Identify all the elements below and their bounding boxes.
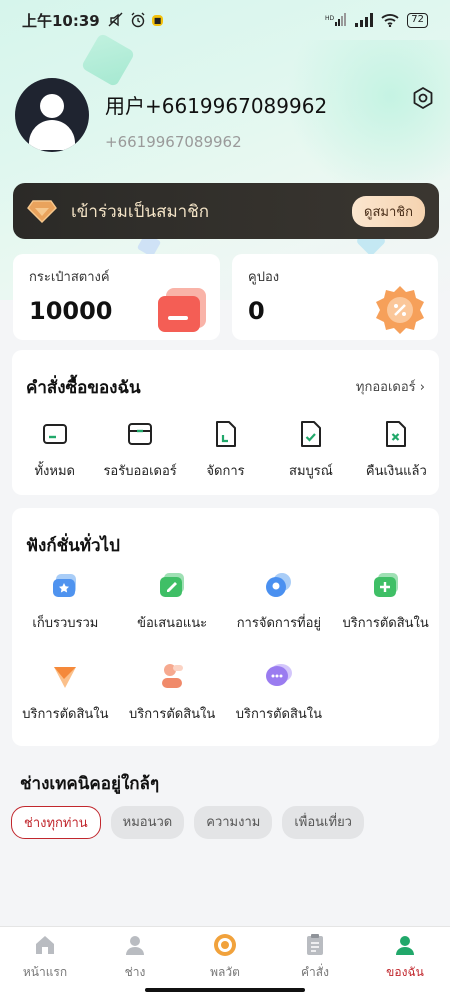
- avatar[interactable]: [15, 78, 89, 152]
- document-check-icon: [300, 421, 321, 447]
- function-service-3[interactable]: บริการตัดสินใน: [119, 661, 226, 724]
- functions-title: ฟังก์ชั่นทั่วไป: [26, 536, 120, 556]
- function-address[interactable]: การจัดการที่อยู่: [226, 570, 333, 633]
- chip-travel-companion[interactable]: เพื่อนเที่ยว: [282, 806, 364, 839]
- battery-icon: 72: [407, 12, 428, 28]
- view-membership-button[interactable]: ดูสมาชิก: [352, 195, 425, 227]
- function-label: บริการตัดสินใน: [22, 707, 109, 722]
- order-filter-pending[interactable]: รอรับออเดอร์: [97, 420, 182, 481]
- box-icon: [128, 423, 153, 445]
- home-indicator: [145, 988, 305, 992]
- membership-banner[interactable]: เข้าร่วมเป็นสมาชิก ดูสมาชิก: [13, 183, 439, 239]
- category-chips: ช่างทุกท่าน หมอนวด ความงาม เพื่อนเที่ยว: [11, 806, 364, 839]
- hd-signal-icon: HD: [325, 13, 347, 26]
- feedback-icon: [160, 573, 185, 597]
- document-x-icon: [386, 421, 407, 447]
- service-chat-icon: [265, 664, 292, 686]
- coupon-icon: [376, 286, 424, 334]
- common-functions-section: ฟังก์ชั่นทั่วไป เก็บรวบรวม ข้อเสนอแนะ กา…: [12, 508, 439, 746]
- function-label: เก็บรวบรวม: [32, 616, 99, 631]
- orders-icon: [307, 934, 323, 955]
- my-orders-section: คำสั่งซื้อของฉัน ทุกออเดอร์ › ทั้งหมด รอ…: [12, 350, 439, 495]
- service-person-icon: [162, 664, 184, 688]
- order-filter-all[interactable]: ทั้งหมด: [12, 420, 97, 481]
- chip-all-technicians[interactable]: ช่างทุกท่าน: [11, 806, 101, 839]
- status-time: 上午10:39: [22, 11, 100, 30]
- tab-label: ช่าง: [124, 965, 146, 979]
- document-icon: [215, 421, 236, 447]
- order-filter-label: ทั้งหมด: [34, 464, 75, 479]
- function-label: บริการตัดสินใน: [235, 707, 323, 722]
- tab-label: หน้าแรก: [22, 965, 68, 979]
- phone-number: +6619967089962: [105, 133, 242, 151]
- dynamics-icon: [214, 934, 236, 956]
- technician-icon: [126, 936, 144, 955]
- function-label: บริการตัดสินใน: [128, 707, 216, 722]
- tab-label: ของฉัน: [386, 965, 424, 979]
- function-label: บริการตัดสินใน: [342, 616, 429, 631]
- function-label: ข้อเสนอแนะ: [137, 616, 208, 631]
- function-service-2[interactable]: บริการตัดสินใน: [12, 661, 119, 724]
- membership-text: เข้าร่วมเป็นสมาชิก: [71, 201, 210, 222]
- chevron-right-icon: ›: [419, 380, 425, 395]
- function-service-4[interactable]: บริการตัดสินใน: [226, 661, 333, 724]
- chip-massage[interactable]: หมอนวด: [110, 806, 185, 839]
- alarm-icon: [131, 12, 145, 28]
- order-filter-refunded[interactable]: คืนเงินแล้ว: [354, 420, 439, 481]
- profile-icon: [396, 936, 414, 955]
- address-icon: [265, 573, 291, 597]
- all-orders-link[interactable]: ทุกออเดอร์ ›: [356, 376, 425, 397]
- order-filter-label: สมบูรณ์: [289, 464, 333, 479]
- username: 用户+6619967089962: [105, 94, 328, 118]
- wallet-card[interactable]: กระเป๋าสตางค์ 10000: [13, 254, 220, 340]
- profile-header[interactable]: 用户+6619967089962 +6619967089962: [15, 78, 435, 158]
- notification-icon: ■: [151, 14, 164, 26]
- function-feedback[interactable]: ข้อเสนอแนะ: [119, 570, 226, 633]
- svg-text:HD: HD: [325, 15, 335, 22]
- wallet-icon: [158, 288, 206, 332]
- tab-profile[interactable]: ของฉัน: [360, 927, 450, 1000]
- function-label: การจัดการที่อยู่: [236, 616, 322, 631]
- signal-icon: [355, 13, 374, 27]
- settings-icon[interactable]: [411, 86, 435, 110]
- function-service-1[interactable]: บริการตัดสินใน: [332, 570, 439, 633]
- order-filter-completed[interactable]: สมบูรณ์: [268, 420, 353, 481]
- home-icon: [36, 936, 54, 954]
- order-filter-processing[interactable]: จัดการ: [183, 420, 268, 481]
- service-plus-icon: [373, 573, 398, 597]
- coupon-card[interactable]: คูปอง 0: [232, 254, 438, 340]
- tab-home[interactable]: หน้าแรก: [0, 927, 90, 1000]
- diamond-icon: [27, 200, 57, 223]
- service-kite-icon: [54, 667, 77, 688]
- tab-label: พลวัต: [210, 965, 240, 979]
- mute-icon: [108, 12, 123, 27]
- tab-label: คำสั่ง: [301, 965, 329, 979]
- favorites-icon: [53, 574, 77, 597]
- order-filter-label: จัดการ: [206, 464, 245, 479]
- wifi-icon: [381, 14, 399, 27]
- card-icon: [42, 424, 67, 444]
- status-bar: 上午10:39 ■ HD 72: [0, 0, 450, 40]
- orders-title: คำสั่งซื้อของฉัน: [26, 378, 141, 398]
- nearby-technicians-title: ช่างเทคนิคอยู่ใกล้ๆ: [20, 774, 160, 794]
- order-filter-label: คืนเงินแล้ว: [365, 464, 427, 479]
- chip-beauty[interactable]: ความงาม: [194, 806, 273, 839]
- function-favorites[interactable]: เก็บรวบรวม: [12, 570, 119, 633]
- order-filter-label: รอรับออเดอร์: [103, 464, 177, 479]
